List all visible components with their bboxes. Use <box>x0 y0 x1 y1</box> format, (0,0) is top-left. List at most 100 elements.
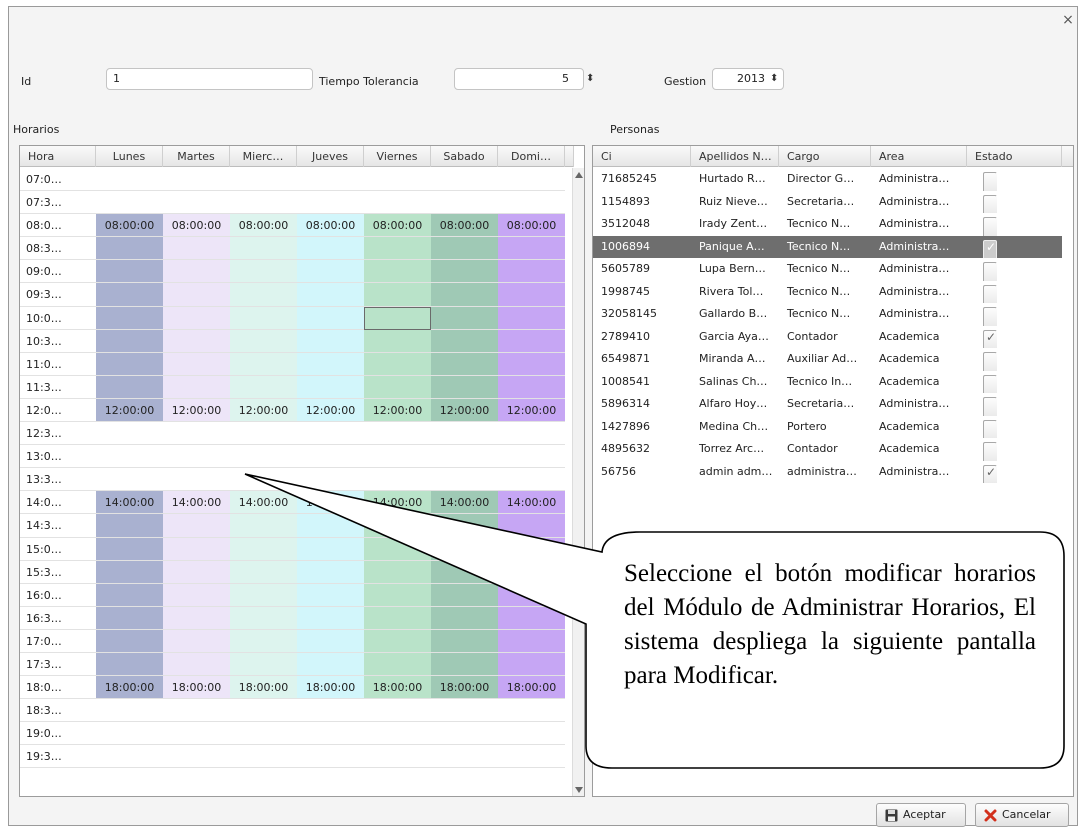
column-header[interactable]: Jueves <box>297 146 364 167</box>
schedule-cell[interactable] <box>498 583 565 607</box>
schedule-cell[interactable] <box>297 237 364 261</box>
schedule-cell[interactable] <box>230 560 297 584</box>
schedule-cell[interactable]: 08:00:00 <box>431 214 498 238</box>
persona-row[interactable]: 3512048 Irady Zent… Tecnico N… Administra… <box>593 213 1062 236</box>
schedule-cell[interactable] <box>498 745 565 769</box>
schedule-cell[interactable] <box>230 652 297 677</box>
estado-checkbox[interactable] <box>983 307 997 326</box>
column-header[interactable]: Estado <box>967 146 1062 167</box>
estado-checkbox[interactable] <box>983 239 997 258</box>
schedule-cell[interactable] <box>498 422 565 446</box>
schedule-cell[interactable] <box>96 468 163 492</box>
schedule-cell[interactable]: 18:00:00 <box>431 676 498 700</box>
schedule-cell[interactable] <box>230 699 297 723</box>
schedule-cell[interactable] <box>297 445 364 469</box>
schedule-cell[interactable] <box>431 283 498 307</box>
schedule-cell[interactable]: 12:00:00 <box>498 398 565 423</box>
estado-checkbox[interactable] <box>983 217 997 236</box>
persona-row[interactable]: 1427896 Medina Ch… Portero Academica <box>593 416 1062 438</box>
schedule-cell[interactable] <box>297 306 364 330</box>
estado-checkbox[interactable] <box>983 284 997 303</box>
schedule-cell[interactable]: 08:00:00 <box>163 214 230 238</box>
schedule-cell[interactable] <box>297 422 364 446</box>
schedule-cell[interactable] <box>230 329 297 353</box>
schedule-cell[interactable] <box>498 168 565 192</box>
schedule-cell[interactable] <box>431 606 498 630</box>
schedule-cell[interactable]: 18:00:00 <box>498 676 565 700</box>
schedule-cell[interactable] <box>364 745 431 769</box>
persona-row[interactable]: 2789410 Garcia Aya… Contador Academica <box>593 326 1062 348</box>
schedule-cell[interactable] <box>297 652 364 677</box>
schedule-cell[interactable] <box>498 652 565 677</box>
schedule-cell[interactable]: 12:00:00 <box>297 398 364 423</box>
schedule-cell[interactable] <box>431 652 498 677</box>
schedule-cell[interactable] <box>431 745 498 769</box>
schedule-cell[interactable]: 08:00:00 <box>96 214 163 238</box>
schedule-cell[interactable] <box>364 699 431 723</box>
schedule-cell[interactable] <box>297 329 364 353</box>
schedule-cell[interactable] <box>163 352 230 376</box>
schedule-cell[interactable] <box>96 560 163 584</box>
schedule-cell[interactable] <box>297 168 364 192</box>
schedule-cell[interactable] <box>96 352 163 376</box>
schedule-cell[interactable] <box>96 606 163 630</box>
schedule-cell[interactable] <box>498 191 565 215</box>
estado-checkbox[interactable] <box>983 464 997 483</box>
schedule-cell[interactable] <box>163 168 230 192</box>
estado-checkbox[interactable] <box>983 262 997 281</box>
schedule-cell[interactable] <box>163 237 230 261</box>
column-header[interactable]: Cargo <box>779 146 871 167</box>
schedule-cell[interactable]: 14:00:00 <box>230 491 297 515</box>
column-header[interactable]: Mierc… <box>230 146 297 167</box>
schedule-cell[interactable] <box>297 283 364 307</box>
schedule-cell[interactable] <box>96 168 163 192</box>
schedule-cell[interactable] <box>498 699 565 723</box>
schedule-cell[interactable] <box>163 514 230 538</box>
schedule-cell[interactable] <box>297 583 364 607</box>
schedule-cell[interactable] <box>498 329 565 353</box>
persona-row[interactable]: 1154893 Ruiz Nieve… Secretaria… Administra… <box>593 191 1062 213</box>
schedule-cell[interactable] <box>163 699 230 723</box>
schedule-cell[interactable]: 14:00:00 <box>96 491 163 515</box>
schedule-cell[interactable] <box>297 745 364 769</box>
schedule-cell[interactable]: 08:00:00 <box>230 214 297 238</box>
tolerancia-spinner-icon[interactable]: ⬍ <box>586 74 594 84</box>
schedule-cell[interactable] <box>297 722 364 746</box>
schedule-cell[interactable] <box>297 468 364 492</box>
schedule-cell[interactable] <box>96 237 163 261</box>
schedule-cell[interactable] <box>364 329 431 353</box>
schedule-cell[interactable] <box>431 168 498 192</box>
schedule-cell[interactable] <box>230 237 297 261</box>
close-icon[interactable]: × <box>1061 13 1075 27</box>
persona-row[interactable]: 1006894 Panique A… Tecnico N… Administra… <box>593 235 1062 258</box>
schedule-cell[interactable] <box>431 583 498 607</box>
schedule-cell[interactable] <box>297 537 364 561</box>
schedule-cell[interactable] <box>96 652 163 677</box>
schedule-cell[interactable] <box>364 237 431 261</box>
schedule-cell[interactable] <box>230 583 297 607</box>
schedule-cell[interactable] <box>364 422 431 446</box>
persona-row[interactable]: 1008541 Salinas Ch… Tecnico In… Academica <box>593 371 1062 393</box>
schedule-cell[interactable] <box>163 606 230 630</box>
schedule-cell[interactable] <box>498 352 565 376</box>
schedule-cell[interactable] <box>364 722 431 746</box>
schedule-cell[interactable] <box>431 237 498 261</box>
schedule-cell[interactable] <box>431 422 498 446</box>
schedule-cell[interactable]: 12:00:00 <box>163 398 230 423</box>
schedule-cell[interactable] <box>230 468 297 492</box>
schedule-cell[interactable]: 12:00:00 <box>230 398 297 423</box>
cancelar-button[interactable]: Cancelar <box>975 803 1069 827</box>
schedule-cell[interactable] <box>96 745 163 769</box>
schedule-cell[interactable] <box>230 745 297 769</box>
aceptar-button[interactable]: Aceptar <box>876 803 966 827</box>
schedule-cell[interactable] <box>364 375 431 399</box>
schedule-cell[interactable] <box>163 306 230 330</box>
schedule-cell[interactable] <box>431 468 498 492</box>
schedule-cell[interactable] <box>297 606 364 630</box>
schedule-cell[interactable] <box>431 191 498 215</box>
schedule-cell[interactable]: 18:00:00 <box>230 676 297 700</box>
schedule-cell[interactable] <box>498 237 565 261</box>
schedule-cell[interactable] <box>364 537 431 561</box>
schedule-cell[interactable] <box>163 468 230 492</box>
schedule-cell[interactable] <box>498 260 565 284</box>
